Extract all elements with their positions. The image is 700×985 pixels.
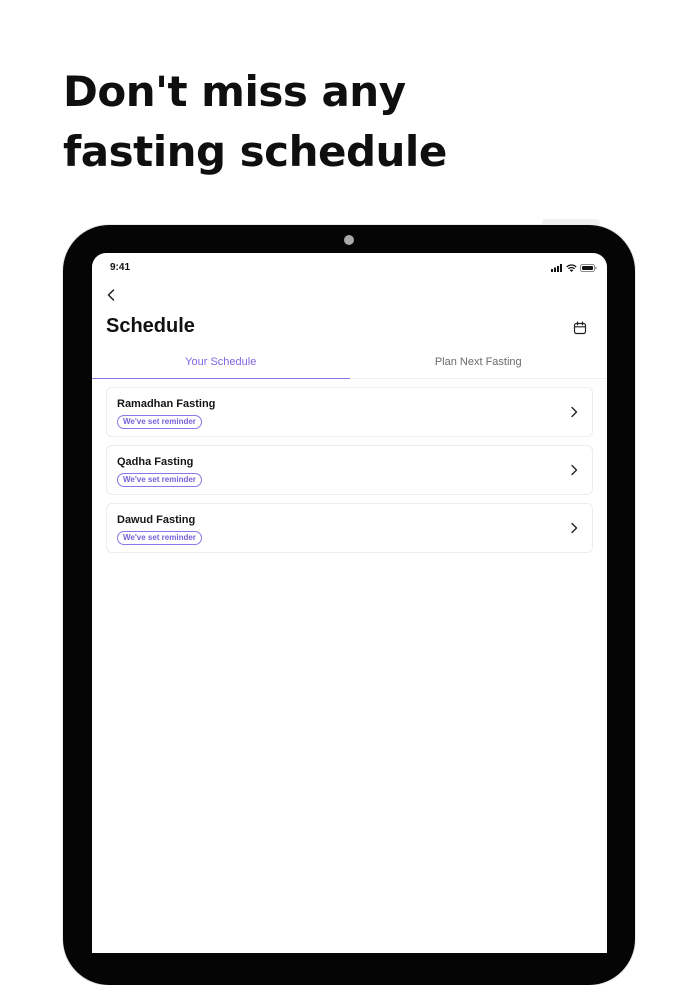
marketing-headline: Don't miss any fasting schedule bbox=[63, 62, 447, 182]
battery-icon bbox=[580, 264, 597, 272]
schedule-list: Ramadhan Fasting We've set reminder Qadh… bbox=[106, 387, 593, 561]
status-time: 9:41 bbox=[110, 262, 131, 273]
chevron-right-icon bbox=[571, 522, 578, 534]
reminder-badge: We've set reminder bbox=[117, 531, 202, 545]
signal-icon bbox=[551, 264, 562, 272]
back-button[interactable] bbox=[104, 288, 118, 302]
wifi-icon bbox=[566, 264, 577, 272]
headline-line-1: Don't miss any bbox=[63, 67, 406, 116]
reminder-badge: We've set reminder bbox=[117, 473, 202, 487]
status-icons bbox=[551, 264, 597, 272]
schedule-title: Qadha Fasting bbox=[117, 456, 194, 468]
tab-plan-next-fasting[interactable]: Plan Next Fasting bbox=[350, 350, 608, 378]
chevron-right-icon bbox=[571, 464, 578, 476]
camera-icon bbox=[344, 235, 354, 245]
schedule-card-dawud[interactable]: Dawud Fasting We've set reminder bbox=[106, 503, 593, 553]
chevron-left-icon bbox=[107, 289, 115, 301]
page-title: Schedule bbox=[106, 315, 195, 337]
tab-your-schedule[interactable]: Your Schedule bbox=[92, 350, 350, 379]
chevron-right-icon bbox=[571, 406, 578, 418]
schedule-card-ramadhan[interactable]: Ramadhan Fasting We've set reminder bbox=[106, 387, 593, 437]
calendar-icon bbox=[573, 321, 587, 335]
reminder-badge: We've set reminder bbox=[117, 415, 202, 429]
headline-line-2: fasting schedule bbox=[63, 127, 447, 176]
schedule-tabs: Your Schedule Plan Next Fasting bbox=[92, 350, 607, 379]
schedule-title: Dawud Fasting bbox=[117, 514, 196, 526]
schedule-title: Ramadhan Fasting bbox=[117, 398, 216, 410]
app-screen: 9:41 Schedule Your Schedule Plan Next Fa… bbox=[92, 253, 607, 953]
calendar-button[interactable] bbox=[573, 321, 587, 335]
schedule-card-qadha[interactable]: Qadha Fasting We've set reminder bbox=[106, 445, 593, 495]
status-bar: 9:41 bbox=[92, 253, 607, 283]
